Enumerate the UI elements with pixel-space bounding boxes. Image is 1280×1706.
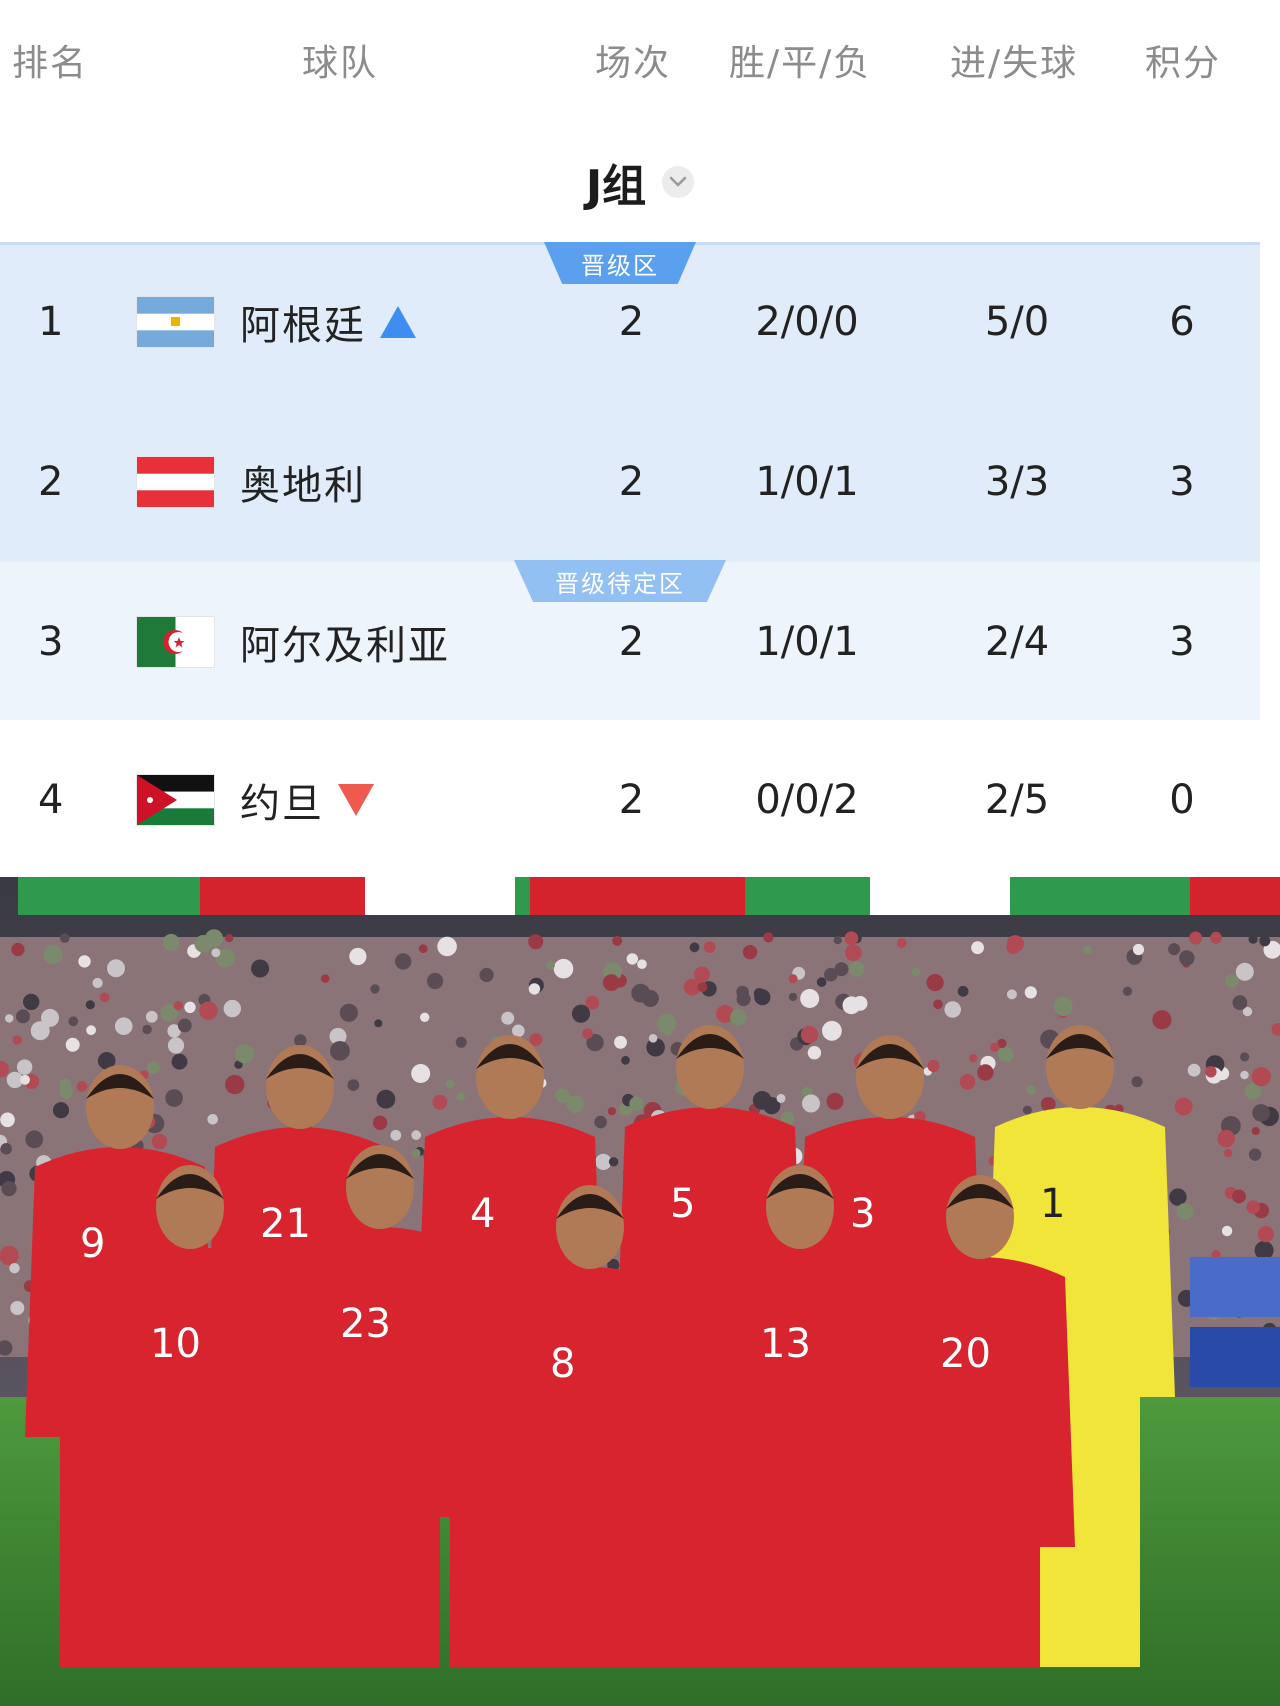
header-goals: 进/失球: [950, 43, 1079, 84]
jersey-number: 21: [260, 1201, 311, 1247]
jersey-number: 5: [670, 1181, 695, 1227]
header-wdl: 胜/平/负: [729, 43, 872, 84]
header-played: 场次: [595, 43, 672, 84]
jersey-number: 8: [550, 1341, 575, 1387]
jersey-number: 13: [760, 1321, 811, 1367]
table-row[interactable]: 1 阿根廷 2 2/0/0 5/0 6: [0, 272, 1260, 372]
header-team: 球队: [302, 43, 379, 84]
jersey-number: 10: [150, 1321, 201, 1367]
header-rank: 排名: [12, 43, 89, 84]
jersey-number: 9: [80, 1221, 105, 1267]
jersey-number: 3: [850, 1191, 875, 1237]
points-cell: 0: [1169, 777, 1195, 823]
standings-header: 排名 球队 场次 胜/平/负 进/失球 积分: [0, 0, 1280, 125]
jersey-number: 4: [470, 1191, 495, 1237]
group-selector[interactable]: J组: [0, 150, 1280, 212]
points-cell: 6: [1169, 299, 1195, 345]
table-row[interactable]: 3 阿尔及利亚 2 1/0/1 2/4 3: [0, 592, 1260, 692]
header-points: 积分: [1145, 43, 1222, 84]
table-row[interactable]: 4 约旦 2 0/0/2 2/5 0: [0, 750, 1260, 850]
chevron-down-icon[interactable]: [662, 166, 695, 198]
team-photo: 9 21 4 5 3 1 10 23 8 13 20: [0, 877, 1280, 1706]
jersey-number: 23: [340, 1301, 391, 1347]
points-cell: 3: [1169, 459, 1195, 505]
jersey-number: 1: [1040, 1181, 1065, 1227]
jersey-number: 20: [940, 1331, 991, 1377]
points-cell: 3: [1169, 619, 1195, 665]
standings-table: 晋级区 晋级待定区 1 阿根廷 2 2/0/0 5/0 6 2 奥地利 2 1/…: [0, 242, 1260, 874]
group-label: J组: [585, 161, 647, 212]
table-row[interactable]: 2 奥地利 2 1/0/1 3/3 3: [0, 432, 1260, 532]
